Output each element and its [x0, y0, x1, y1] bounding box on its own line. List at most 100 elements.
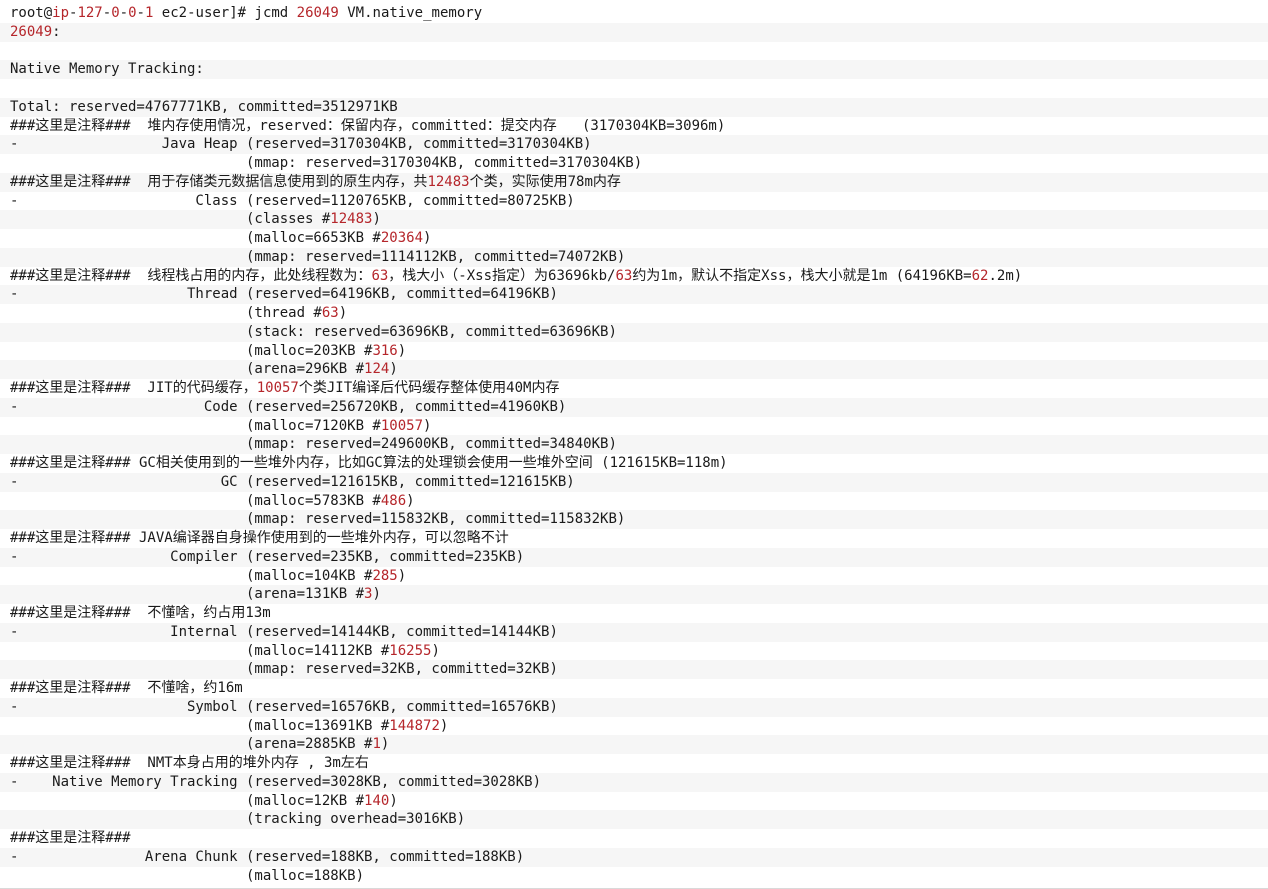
output-line: ###这里是注释### 用于存储类元数据信息使用到的原生内存，共12483个类，… — [0, 172, 1268, 192]
output-line: - Internal (reserved=14144KB, committed=… — [0, 622, 1268, 642]
output-line: - Code (reserved=256720KB, committed=419… — [0, 397, 1268, 417]
output-text: ec2-user]# jcmd — [153, 5, 297, 21]
output-text: (malloc=6653KB # — [10, 230, 381, 246]
output-text: (malloc=203KB # — [10, 342, 373, 359]
output-text: - Native Memory Tracking (reserved=3028K… — [10, 773, 542, 790]
highlighted-number: 144872 — [389, 717, 440, 734]
highlighted-number: 0 — [128, 5, 137, 21]
output-text: ) — [338, 305, 348, 321]
output-line: (arena=296KB #124) — [0, 360, 1268, 379]
output-line: - Java Heap (reserved=3170304KB, committ… — [0, 135, 1268, 154]
output-line: (arena=2885KB #1) — [0, 735, 1268, 754]
output-text: - — [119, 5, 129, 21]
output-text: - Internal (reserved=14144KB, committed=… — [10, 623, 558, 640]
output-text: (mmap: reserved=32KB, committed=32KB) — [10, 661, 558, 678]
output-text: ) — [397, 567, 407, 584]
output-text: ###这里是注释### 线程栈占用的内存，此处线程数为： — [10, 267, 372, 284]
output-text: ) — [372, 586, 381, 603]
output-text: (malloc=14112KB # — [10, 642, 390, 659]
output-line: (malloc=13691KB #144872) — [0, 717, 1268, 736]
output-text: ，栈大小（-Xss指定）为63696kb/ — [388, 267, 616, 284]
output-text: (arena=131KB # — [10, 586, 365, 603]
highlighted-number: 140 — [364, 792, 390, 809]
output-line: ###这里是注释### 线程栈占用的内存，此处线程数为：63，栈大小（-Xss指… — [0, 267, 1268, 286]
output-text: ) — [431, 642, 440, 659]
output-text: (arena=2885KB # — [10, 736, 373, 753]
output-text: (malloc=5783KB # — [10, 492, 381, 509]
highlighted-number: 285 — [372, 567, 398, 584]
output-line: - Arena Chunk (reserved=188KB, committed… — [0, 847, 1268, 867]
output-line: - Class (reserved=1120765KB, committed=8… — [0, 192, 1268, 211]
highlighted-number: 316 — [372, 342, 398, 359]
output-text: ###这里是注释### 不懂啥，约16m — [10, 680, 243, 696]
output-line: (mmap: reserved=115832KB, committed=1158… — [0, 510, 1268, 529]
output-text: ) — [439, 717, 449, 734]
terminal-output[interactable]: root@ip-127-0-0-1 ec2-user]# jcmd 26049 … — [0, 0, 1268, 889]
output-line: - Native Memory Tracking (reserved=3028K… — [0, 772, 1268, 792]
output-line: (malloc=188KB) — [0, 867, 1268, 886]
output-line: ###这里是注释### GC相关使用到的一些堆外内存，比如GC算法的处理锁会使用… — [0, 454, 1268, 473]
output-text: 约为1m，默认不指定Xss，栈大小就是1m (64196KB= — [632, 267, 972, 284]
output-line: - Symbol (reserved=16576KB, committed=16… — [0, 697, 1268, 717]
output-text: (malloc=13691KB # — [10, 717, 390, 734]
output-line: (stack: reserved=63696KB, committed=6369… — [0, 322, 1268, 342]
output-text: 个类，实际使用78m内存 — [469, 173, 621, 190]
output-line: - GC (reserved=121615KB, committed=12161… — [0, 472, 1268, 492]
output-text: ###这里是注释### 用于存储类元数据信息使用到的原生内存，共 — [10, 173, 428, 190]
output-line: (mmap: reserved=3170304KB, committed=317… — [0, 154, 1268, 173]
output-text: ###这里是注释### JIT的代码缓存， — [10, 380, 257, 396]
output-line: ###这里是注释### 堆内存使用情况，reserved：保留内存，commit… — [0, 117, 1268, 136]
output-line: (malloc=203KB #316) — [0, 342, 1268, 361]
output-text: (classes # — [10, 211, 331, 228]
highlighted-number: 16255 — [389, 642, 432, 659]
output-text: - GC (reserved=121615KB, committed=12161… — [10, 473, 575, 490]
highlighted-number: 0 — [111, 5, 120, 21]
highlighted-number: 12483 — [330, 211, 373, 228]
output-line: (malloc=12KB #140) — [0, 792, 1268, 811]
output-text: - Compiler (reserved=235KB, committed=23… — [10, 548, 525, 565]
output-text: Native Memory Tracking: — [10, 61, 204, 78]
output-line: - Thread (reserved=64196KB, committed=64… — [0, 285, 1268, 304]
highlighted-number: 63 — [371, 267, 389, 284]
output-line: ###这里是注释### JAVA编译器自身操作使用到的一些堆外内存，可以忽略不计 — [0, 529, 1268, 548]
output-text: - Class (reserved=1120765KB, committed=8… — [10, 192, 575, 209]
output-text: ) — [423, 230, 432, 246]
output-line: ###这里是注释### 不懂啥，约16m — [0, 679, 1268, 698]
output-text: ) — [372, 211, 381, 228]
output-line: (malloc=7120KB #10057) — [0, 417, 1268, 436]
highlighted-number: 63 — [321, 305, 339, 321]
output-text: (malloc=104KB # — [10, 567, 373, 584]
output-text: ###这里是注释### GC相关使用到的一些堆外内存，比如GC算法的处理锁会使用… — [10, 455, 728, 471]
output-text: ) — [423, 417, 432, 434]
output-text: (malloc=12KB # — [10, 792, 365, 809]
output-line: ###这里是注释### JIT的代码缓存，10057个类JIT编译后代码缓存整体… — [0, 379, 1268, 398]
output-text: 个类JIT编译后代码缓存整体使用40M内存 — [298, 380, 560, 396]
output-text: (malloc=7120KB # — [10, 417, 381, 434]
output-text: : — [52, 23, 61, 40]
output-text: .2m) — [988, 267, 1023, 284]
highlighted-number: 26049 — [296, 5, 339, 21]
output-text: (arena=296KB # — [10, 361, 365, 378]
output-text: ###这里是注释### 不懂啥，约占用13m — [10, 605, 271, 621]
highlighted-number: 486 — [380, 492, 407, 509]
output-line: (malloc=14112KB #16255) — [0, 642, 1268, 661]
highlighted-number: 124 — [364, 361, 390, 378]
output-line: ###这里是注释### — [0, 829, 1268, 848]
output-text: - Code (reserved=256720KB, committed=419… — [10, 398, 567, 415]
output-line: Native Memory Tracking: — [0, 60, 1268, 79]
output-text: root@ — [10, 5, 53, 21]
output-line: root@ip-127-0-0-1 ec2-user]# jcmd 26049 … — [0, 4, 1268, 23]
highlighted-number: 10057 — [380, 417, 424, 434]
highlighted-number: 12483 — [427, 173, 470, 190]
output-line: ###这里是注释### 不懂啥，约占用13m — [0, 604, 1268, 623]
output-line: (tracking overhead=3016KB) — [0, 810, 1268, 829]
output-text: - Arena Chunk (reserved=188KB, committed… — [10, 848, 525, 865]
output-text: ) — [380, 736, 390, 753]
output-text: - Java Heap (reserved=3170304KB, committ… — [10, 136, 592, 153]
output-text: Total: reserved=4767771KB, committed=351… — [10, 98, 398, 115]
output-text: VM.native_memory — [338, 5, 483, 21]
output-text: ###这里是注释### 堆内存使用情况，reserved：保留内存，commit… — [10, 117, 726, 134]
output-text: ip — [52, 5, 70, 21]
output-text: - Symbol (reserved=16576KB, committed=16… — [10, 698, 558, 715]
output-line: ###这里是注释### NMT本身占用的堆外内存 , 3m左右 — [0, 754, 1268, 773]
